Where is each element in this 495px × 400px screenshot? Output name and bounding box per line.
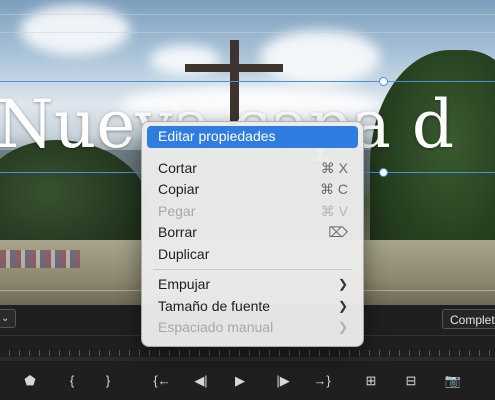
menu-item-font-size[interactable]: Tamaño de fuente ❯ xyxy=(147,296,358,318)
play-button[interactable]: ▶ xyxy=(229,371,251,391)
chevron-down-icon: ⌄ xyxy=(1,313,10,324)
text-bounding-box-top xyxy=(0,81,495,82)
menu-item-duplicate[interactable]: Duplicar xyxy=(147,244,358,266)
menu-item-label: Empujar xyxy=(158,276,211,292)
menu-item-cut[interactable]: Cortar ⌘ X xyxy=(147,158,358,180)
menu-item-copy[interactable]: Copiar ⌘ C xyxy=(147,179,358,201)
menu-item-manual-spacing: Espaciado manual ❯ xyxy=(147,317,358,339)
menu-item-label: Duplicar xyxy=(158,245,210,262)
cross-beam xyxy=(185,64,283,72)
menu-item-delete[interactable]: Borrar ⌦ xyxy=(147,222,358,244)
add-marker-button[interactable]: ⬟ xyxy=(19,371,41,391)
safe-margin-guide xyxy=(0,14,495,15)
menu-spacer xyxy=(147,148,358,158)
transport-controls: ⬟ { } {← ◀| ▶ |▶ →} ⊞ ⊟ 📷 xyxy=(0,367,495,395)
menu-item-push[interactable]: Empujar ❯ xyxy=(147,274,358,296)
safe-margin-guide xyxy=(0,32,495,33)
menu-item-edit-properties[interactable]: Editar propiedades xyxy=(147,126,358,148)
resize-handle[interactable] xyxy=(379,77,388,86)
menu-separator xyxy=(153,269,352,270)
go-to-out-button[interactable]: →} xyxy=(311,371,333,391)
shortcut-label: ⌘ C xyxy=(320,181,348,197)
overwrite-button[interactable]: ⊟ xyxy=(400,371,422,391)
mark-out-button[interactable]: } xyxy=(97,371,119,391)
chevron-right-icon: ❯ xyxy=(337,298,348,313)
playback-resolution-select[interactable]: Complet xyxy=(442,309,495,329)
scrub-bar[interactable] xyxy=(0,357,495,361)
step-back-button[interactable]: ◀| xyxy=(190,371,212,391)
menu-item-label: Editar propiedades xyxy=(158,128,276,144)
menu-item-paste: Pegar ⌘ V xyxy=(147,201,358,223)
shortcut-label: ⌘ X xyxy=(320,159,348,176)
menu-item-label: Borrar xyxy=(158,224,197,240)
cloud xyxy=(260,30,380,85)
export-frame-button[interactable]: 📷 xyxy=(442,371,464,391)
chevron-right-icon: ❯ xyxy=(337,277,348,291)
menu-item-label: Cortar xyxy=(158,159,197,176)
resize-handle[interactable] xyxy=(379,168,388,177)
insert-button[interactable]: ⊞ xyxy=(360,371,382,391)
menu-item-label: Tamaño de fuente xyxy=(158,297,271,314)
context-menu: Editar propiedades Cortar ⌘ X Copiar ⌘ C… xyxy=(141,121,364,347)
menu-item-label: Espaciado manual xyxy=(158,319,274,335)
shortcut-label: ⌘ V xyxy=(320,202,348,219)
chevron-right-icon: ❯ xyxy=(337,320,348,334)
zoom-level-select[interactable]: ⌄ xyxy=(0,309,16,328)
step-forward-button[interactable]: |▶ xyxy=(272,371,294,391)
go-to-in-button[interactable]: {← xyxy=(151,371,173,391)
crowd xyxy=(0,250,80,268)
delete-key-icon: ⌦ xyxy=(328,224,348,240)
cloud xyxy=(20,5,130,55)
menu-item-label: Copiar xyxy=(158,181,200,197)
mark-in-button[interactable]: { xyxy=(61,371,83,391)
menu-item-label: Pegar xyxy=(158,202,196,219)
